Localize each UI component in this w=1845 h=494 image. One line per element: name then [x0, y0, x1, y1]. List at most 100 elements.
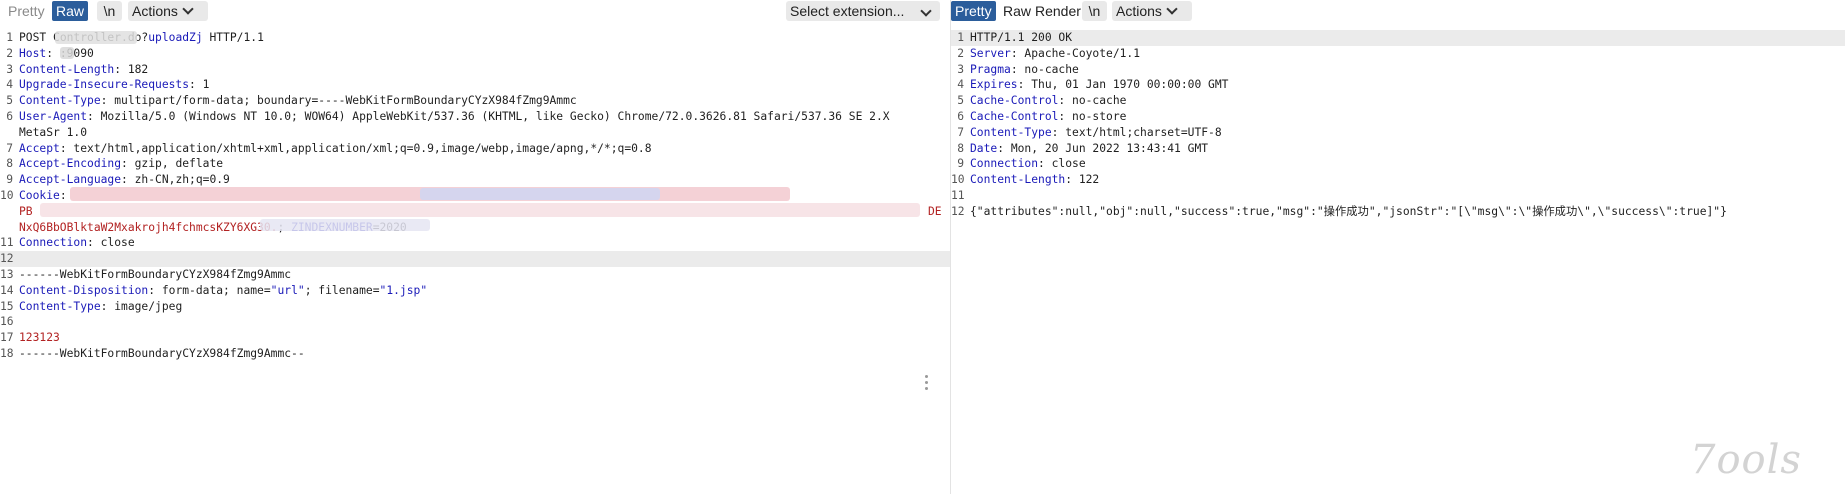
line-content: {"attributes":null,"obj":null,"success":…: [970, 204, 1727, 220]
line-number: 18: [0, 347, 14, 360]
select-extension-dropdown[interactable]: Select extension...: [786, 1, 940, 21]
code-line[interactable]: 11 Connection: close: [0, 235, 950, 251]
line-content: 123123: [19, 330, 60, 346]
line-number: 9: [957, 157, 964, 171]
code-line[interactable]: 1POST Controller.do?uploadZj HTTP/1.1: [0, 30, 950, 46]
code-line[interactable]: 8 Accept-Encoding: gzip, deflate: [0, 156, 950, 172]
header-value: {"attributes":null,"obj":null,"success":…: [970, 204, 1727, 218]
code-line[interactable]: 7 Content-Type: text/html;charset=UTF-8: [951, 125, 1845, 141]
code-line[interactable]: 18 ------WebKitFormBoundaryCYzX984fZmg9Am…: [0, 346, 950, 362]
response-toolbar: Pretty Raw Render \n Actions: [951, 0, 1845, 23]
tab-newline[interactable]: \n: [97, 1, 122, 21]
code-line[interactable]: 5 Content-Type: multipart/form-data; boun…: [0, 93, 950, 109]
line-content: ------WebKitFormBoundaryCYzX984fZmg9Ammc…: [19, 346, 305, 362]
code-line[interactable]: 5 Cache-Control: no-cache: [951, 93, 1845, 109]
redacted-region: [40, 203, 920, 217]
line-content: PB: [19, 204, 33, 220]
code-line[interactable]: 2 Server: Apache-Coyote/1.1: [951, 46, 1845, 62]
header-value: POST: [19, 31, 54, 44]
line-content: Cache-Control: no-cache: [970, 93, 1126, 109]
line-content: Date: Mon, 20 Jun 2022 13:43:41 GMT: [970, 141, 1208, 157]
code-line[interactable]: 9 Connection: close: [951, 156, 1845, 172]
tab-raw[interactable]: Raw: [52, 1, 89, 21]
header-value: ------WebKitFormBoundaryCYzX984fZmg9Ammc: [19, 268, 292, 281]
header-name: Accept-Language: [19, 173, 122, 187]
code-line[interactable]: MetaSr 1.0: [0, 125, 950, 141]
line-number: 10: [0, 189, 14, 202]
tab-render[interactable]: Render: [1031, 1, 1085, 21]
header-name: Cache-Control: [970, 94, 1059, 108]
header-value: HTTP/1.1 200 OK: [970, 31, 1073, 44]
watermark-logo: 7ools: [1690, 437, 1802, 483]
header-name: Cookie: [19, 189, 60, 202]
line-content: Content-Length: 182: [19, 62, 148, 78]
actions-label: Actions: [1116, 3, 1162, 19]
line-number: 3: [6, 62, 13, 76]
line-content: Content-Type: text/html;charset=UTF-8: [970, 125, 1222, 141]
code-line[interactable]: 4 Upgrade-Insecure-Requests: 1: [0, 77, 950, 93]
code-line[interactable]: 4 Expires: Thu, 01 Jan 1970 00:00:00 GMT: [951, 77, 1845, 93]
header-name: Cache-Control: [970, 110, 1059, 123]
code-line[interactable]: 17 123123: [0, 330, 950, 346]
header-name: Content-Type: [19, 299, 101, 313]
tab-raw[interactable]: Raw: [999, 1, 1035, 21]
code-line[interactable]: 7 Accept: text/html,application/xhtml+xml…: [0, 141, 950, 157]
request-editor[interactable]: 1POST Controller.do?uploadZj HTTP/1.12Ho…: [0, 30, 950, 494]
code-line[interactable]: 9 Accept-Language: zh-CN,zh;q=0.9: [0, 172, 950, 188]
line-number: 3: [957, 62, 964, 76]
tab-pretty[interactable]: Pretty: [951, 1, 996, 21]
actions-menu[interactable]: Actions: [128, 1, 208, 21]
body-value: NxQ6BbOBlktaW2Mxakrojh4fchmcsKZY6XG30.: [19, 220, 278, 234]
code-line[interactable]: 3 Content-Length: 182: [0, 62, 950, 78]
header-value: : Apache-Coyote/1.1: [1010, 46, 1141, 60]
line-content: Content-Type: multipart/form-data; bound…: [19, 93, 577, 109]
response-editor[interactable]: 1 HTTP/1.1 200 OK 2 Server: Apache-Coyote/1…: [951, 30, 1845, 494]
header-value: MetaSr 1.0: [19, 125, 88, 139]
tab-pretty[interactable]: Pretty: [4, 1, 49, 21]
header-value: : 1: [189, 78, 210, 92]
code-line[interactable]: 6 Cache-Control: no-store: [951, 109, 1845, 125]
code-line[interactable]: 14 Content-Disposition: form-data; name="…: [0, 283, 950, 299]
code-line[interactable]: 8 Date: Mon, 20 Jun 2022 13:43:41 GMT: [951, 141, 1845, 157]
line-content: User-Agent: Mozilla/5.0 (Windows NT 10.0…: [19, 109, 890, 125]
line-content: Content-Disposition: form-data; name="ur…: [19, 283, 427, 299]
code-line[interactable]: 3 Pragma: no-cache: [951, 62, 1845, 78]
string-value: "url": [270, 283, 305, 297]
code-line[interactable]: 16: [0, 314, 950, 330]
header-value: : multipart/form-data; boundary=----WebK…: [100, 94, 577, 108]
line-number: 7: [6, 141, 13, 155]
header-name: Server: [970, 46, 1011, 60]
redacted-region: [60, 47, 74, 59]
line-content: Connection: close: [970, 156, 1086, 172]
code-line[interactable]: 11: [951, 188, 1845, 204]
code-line[interactable]: 1 HTTP/1.1 200 OK: [951, 30, 1845, 46]
header-name: Content-Length: [970, 173, 1066, 187]
line-number: 12: [0, 252, 14, 266]
line-content: Upgrade-Insecure-Requests: 1: [19, 77, 209, 93]
body-value: 123123: [19, 331, 60, 345]
line-content: Content-Length: 122: [970, 172, 1099, 188]
tab-newline[interactable]: \n: [1082, 1, 1107, 21]
header-value: : close: [87, 236, 135, 250]
body-value: PB: [19, 204, 33, 218]
header-value: : text/html,application/xhtml+xml,applic…: [59, 141, 652, 155]
line-number: 2: [6, 46, 13, 60]
header-value: : Mozilla/5.0 (Windows NT 10.0; WOW64) A…: [87, 110, 890, 123]
code-line[interactable]: 15 Content-Type: image/jpeg: [0, 299, 950, 315]
line-number: 2: [957, 46, 964, 60]
redacted-region: [420, 188, 660, 200]
code-line[interactable]: NxQ6BbOBlktaW2Mxakrojh4fchmcsKZY6XG30.; …: [0, 220, 950, 236]
line-number: 5: [957, 94, 964, 108]
line-number: 8: [957, 141, 964, 155]
line-number: 7: [957, 125, 964, 139]
code-line[interactable]: 6 User-Agent: Mozilla/5.0 (Windows NT 10.…: [0, 109, 950, 125]
code-line[interactable]: 2 Host: :9090: [0, 46, 950, 62]
header-name: Content-Type: [19, 94, 101, 108]
code-line[interactable]: 12: [0, 251, 950, 267]
code-line[interactable]: 10 Content-Length: 122: [951, 172, 1845, 188]
response-pane: Pretty Raw Render \n Actions 1 HTTP/1.1 2…: [951, 0, 1845, 494]
code-line[interactable]: 13 ------WebKitFormBoundaryCYzX984fZmg9Am…: [0, 267, 950, 283]
pane-resize-handle-icon[interactable]: [925, 375, 929, 393]
code-line[interactable]: 12 {"attributes":null,"obj":null,"success…: [951, 204, 1845, 220]
actions-menu[interactable]: Actions: [1112, 1, 1192, 21]
